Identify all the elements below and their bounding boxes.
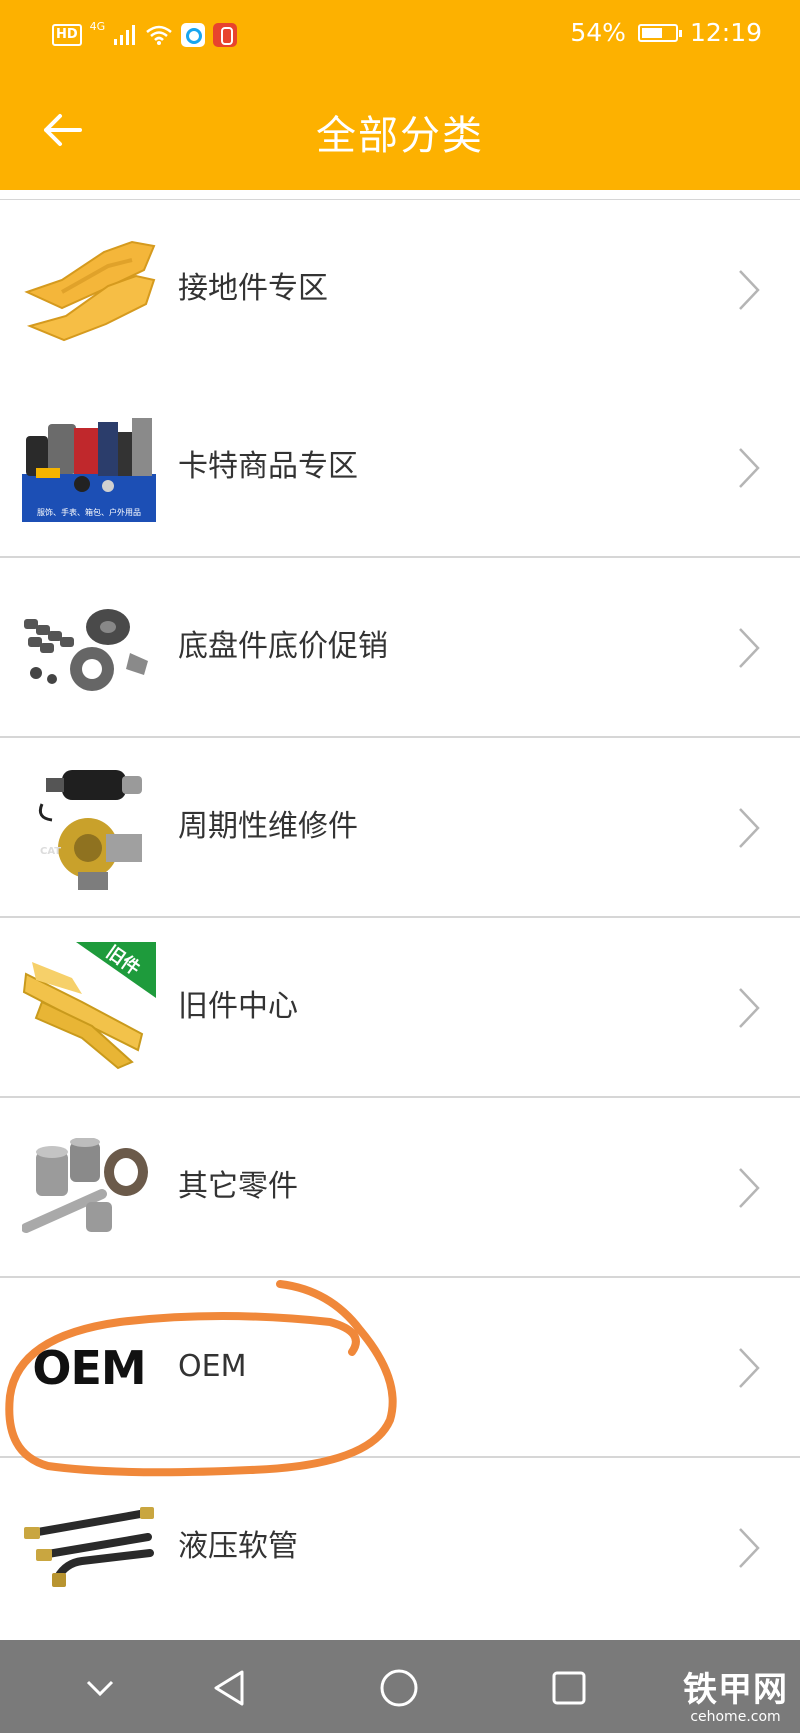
used-parts-image: 旧件: [22, 942, 156, 1074]
category-item-cat-merchandise[interactable]: 服饰、手表、箱包、户外用品 卡特商品专区: [0, 378, 800, 558]
clock: 12:19: [689, 18, 762, 47]
chevron-right-icon: [739, 628, 760, 668]
watermark-cn: 铁甲网: [683, 1670, 788, 1710]
chevron-right-icon: [739, 1348, 760, 1388]
status-bar: HD 4G 54% 12:19: [0, 0, 800, 68]
watermark-en: cehome.com: [690, 1709, 781, 1725]
chevron-right-icon: [739, 448, 760, 488]
category-item-used-parts[interactable]: 旧件 旧件中心: [0, 918, 800, 1098]
app-header: HD 4G 54% 12:19 全部分类: [0, 0, 800, 190]
triangle-back-icon: [214, 1670, 244, 1706]
merch-caption: 服饰、手表、箱包、户外用品: [37, 507, 141, 517]
notification-app-icon: [181, 23, 206, 47]
bushings-pins-image: [22, 1122, 156, 1254]
network-type: 4G: [89, 20, 106, 33]
signal-icon: [114, 25, 136, 45]
square-recents-icon: [552, 1671, 586, 1705]
hd-indicator: HD: [52, 24, 82, 46]
chevron-right-icon: [739, 1168, 760, 1208]
category-label: 接地件专区: [178, 271, 328, 306]
status-left: HD 4G: [52, 20, 238, 50]
chevron-right-icon: [739, 270, 760, 310]
category-item-undercarriage[interactable]: 底盘件底价促销: [0, 558, 800, 738]
category-item-other-parts[interactable]: 其它零件: [0, 1098, 800, 1278]
undercarriage-parts-image: [22, 582, 156, 714]
battery-icon: [637, 23, 682, 42]
category-label: 旧件中心: [178, 989, 298, 1024]
category-label: 液压软管: [178, 1529, 298, 1564]
category-label: 其它零件: [178, 1169, 298, 1204]
category-list: 接地件专区 服饰、手表、箱包、户外用品 卡特商品专区 底盘件底价促销 CAT 周…: [0, 198, 800, 1636]
status-right: 54% 12:19: [570, 18, 762, 47]
category-label: 底盘件底价促销: [178, 629, 388, 664]
starter-turbo-image: CAT: [22, 762, 156, 894]
watermark: 铁甲网 cehome.com: [683, 1671, 788, 1725]
oem-logo-text: OEM: [32, 1341, 146, 1395]
category-item-oem[interactable]: OEM OEM: [0, 1278, 800, 1458]
chevron-right-icon: [739, 1528, 760, 1568]
chevron-right-icon: [739, 988, 760, 1028]
chevron-down-icon: [86, 1680, 114, 1697]
notification-app-icon-2: [213, 23, 238, 47]
cat-merchandise-image: 服饰、手表、箱包、户外用品: [22, 402, 156, 534]
category-label: OEM: [178, 1349, 247, 1384]
svg-text:CAT: CAT: [40, 846, 61, 857]
category-item-ground-engaging[interactable]: 接地件专区: [0, 200, 800, 380]
nav-back-button[interactable]: [207, 1666, 251, 1710]
category-item-periodic-maintenance[interactable]: CAT 周期性维修件: [0, 738, 800, 918]
wifi-icon: [146, 25, 173, 45]
nav-recents-button[interactable]: [547, 1666, 591, 1710]
nav-hide-button[interactable]: [78, 1666, 122, 1710]
oem-logo: OEM: [22, 1302, 156, 1434]
chevron-right-icon: [739, 808, 760, 848]
category-label: 卡特商品专区: [178, 449, 358, 484]
hydraulic-hoses-image: [22, 1482, 156, 1614]
circle-home-icon: [380, 1669, 418, 1707]
battery-percent: 54%: [570, 18, 626, 47]
nav-home-button[interactable]: [377, 1666, 421, 1710]
system-nav-bar: 铁甲网 cehome.com: [0, 1640, 800, 1733]
page-title: 全部分类: [316, 113, 484, 159]
category-label: 周期性维修件: [178, 809, 358, 844]
category-item-hydraulic-hoses[interactable]: 液压软管: [0, 1458, 800, 1636]
bucket-teeth-image: [22, 224, 156, 356]
